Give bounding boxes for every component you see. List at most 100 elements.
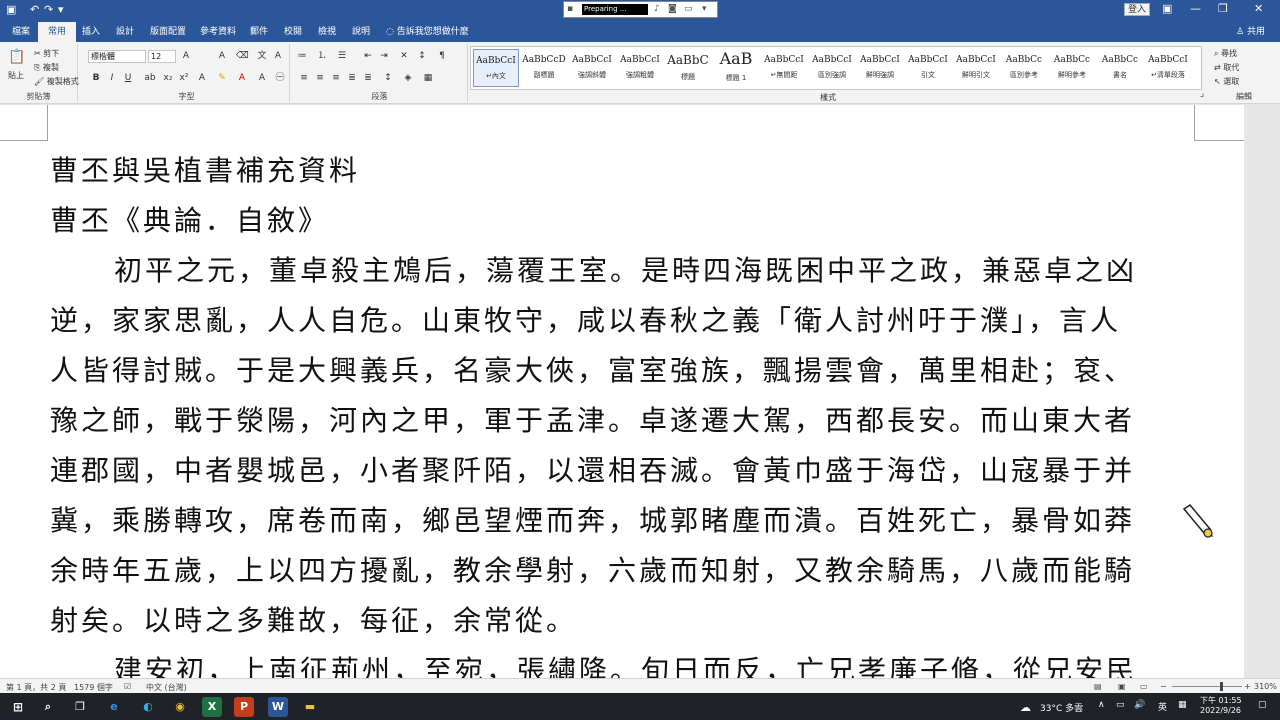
character-border-icon[interactable]: A	[272, 50, 284, 62]
tab-mailings[interactable]: 郵件	[250, 24, 268, 37]
font-color-icon[interactable]: A	[236, 72, 248, 84]
start-icon[interactable]: ⊞	[8, 697, 28, 717]
style-item[interactable]: AaBbCcI 區別強調	[809, 49, 855, 87]
style-item[interactable]: AaBbCcI ↵無間距	[761, 49, 807, 87]
zoom-out-icon[interactable]: −	[1160, 682, 1167, 691]
replace-button[interactable]: ⇄ 取代	[1214, 62, 1239, 73]
select-button[interactable]: ↖ 選取	[1214, 76, 1239, 87]
task-view-icon[interactable]: ❐	[70, 697, 90, 717]
style-item[interactable]: AaBbCc 書名	[1097, 49, 1143, 87]
word-icon[interactable]: W	[268, 697, 288, 717]
text-effects-icon[interactable]: A	[196, 72, 208, 84]
paste-icon[interactable]: 📋	[8, 48, 26, 66]
close-icon[interactable]: ✕	[1254, 2, 1263, 15]
distributed-icon[interactable]: ≣	[362, 72, 374, 84]
language-status[interactable]: 中文 (台灣)	[146, 682, 187, 693]
edge-icon[interactable]: ◐	[138, 697, 158, 717]
format-painter-button[interactable]: 🖌 複製格式	[34, 76, 79, 87]
restore-icon[interactable]: ❐	[1218, 2, 1228, 15]
undo-icon[interactable]: ↶	[30, 3, 39, 16]
keyboard-icon[interactable]: ▦	[1178, 700, 1187, 710]
zoom-slider[interactable]	[1172, 686, 1242, 687]
redo-icon[interactable]: ↷	[44, 3, 53, 16]
tab-layout[interactable]: 版面配置	[150, 24, 186, 37]
character-shading-icon[interactable]: A	[256, 72, 268, 84]
tab-help[interactable]: 說明	[352, 24, 370, 37]
change-case-icon[interactable]: A	[216, 50, 228, 62]
share-button[interactable]: ♙ 共用	[1236, 24, 1265, 37]
zoom-slider-thumb[interactable]	[1220, 682, 1223, 691]
sign-in-button[interactable]: 登入	[1124, 3, 1150, 16]
asian-layout-icon[interactable]: ✕	[398, 50, 410, 62]
zoom-in-icon[interactable]: +	[1244, 682, 1251, 691]
tell-me-search[interactable]: ◌ 告訴我您想做什麼	[386, 24, 469, 37]
superscript-icon[interactable]: x²	[178, 72, 190, 84]
style-item[interactable]: AaBbCcD 副標題	[521, 49, 567, 87]
style-item[interactable]: AaB 標題 1	[713, 49, 759, 87]
tab-insert[interactable]: 插入	[82, 24, 100, 37]
powerpoint-icon[interactable]: P	[234, 697, 254, 717]
style-item[interactable]: AaBbCcI 引文	[905, 49, 951, 87]
decrease-indent-icon[interactable]: ⇤	[362, 50, 374, 62]
borders-icon[interactable]: ▦	[422, 72, 434, 84]
search-icon[interactable]: ⌕	[38, 697, 58, 717]
style-item[interactable]: AaBbCcI ↵清單段落	[1145, 49, 1191, 87]
style-item[interactable]: AaBbCc 區別參考	[1001, 49, 1047, 87]
volume-icon[interactable]: 🔊	[1134, 700, 1145, 710]
vertical-scrollbar[interactable]	[1244, 105, 1280, 678]
phonetic-guide-icon[interactable]: 文	[256, 50, 268, 62]
word-count[interactable]: 1579 個字	[74, 682, 113, 693]
tab-file[interactable]: 檔案	[12, 24, 30, 37]
align-right-icon[interactable]: ≡	[330, 72, 342, 84]
ime-indicator[interactable]: 英	[1158, 700, 1167, 713]
tab-home[interactable]: 常用	[38, 22, 77, 42]
multilevel-list-icon[interactable]: ☰	[336, 50, 348, 62]
grow-font-icon[interactable]: A	[180, 50, 192, 62]
network-icon[interactable]: ▭	[1116, 700, 1125, 710]
align-center-icon[interactable]: ≡	[314, 72, 326, 84]
excel-icon[interactable]: X	[202, 697, 222, 717]
camera-icon[interactable]: ◙	[668, 4, 678, 15]
line-spacing-icon[interactable]: ↕	[382, 72, 394, 84]
tab-view[interactable]: 檢視	[318, 24, 336, 37]
show-marks-icon[interactable]: ¶	[436, 50, 448, 62]
style-item[interactable]: AaBbCc 鮮明參考	[1049, 49, 1095, 87]
customize-quick-access-icon[interactable]: ▾	[58, 3, 64, 16]
font-size-select[interactable]: 12	[148, 50, 176, 63]
file-explorer-icon[interactable]: ▬	[300, 697, 320, 717]
save-icon[interactable]: ▣	[6, 3, 16, 16]
tab-design[interactable]: 設計	[116, 24, 134, 37]
notification-icon[interactable]: ▢	[1258, 700, 1267, 710]
style-item[interactable]: AaBbCcI 強調斜體	[569, 49, 615, 87]
find-button[interactable]: ⌕ 尋找	[1214, 48, 1237, 59]
style-item[interactable]: AaBbC 標題	[665, 49, 711, 87]
clear-formatting-icon[interactable]: ⌫	[236, 50, 249, 62]
copy-button[interactable]: ⎘ 複製	[34, 62, 59, 73]
increase-indent-icon[interactable]: ⇥	[378, 50, 390, 62]
subscript-icon[interactable]: x₂	[162, 72, 174, 84]
proofing-icon[interactable]: ☑	[124, 682, 131, 691]
enclose-characters-icon[interactable]: ㊀	[274, 72, 286, 84]
cut-button[interactable]: ✂ 剪下	[34, 48, 59, 59]
paste-button[interactable]: 貼上	[8, 70, 24, 81]
strikethrough-icon[interactable]: ab	[144, 72, 156, 84]
weather-status[interactable]: 33°C 多雲	[1040, 701, 1083, 714]
style-item[interactable]: AaBbCcI 鮮明強調	[857, 49, 903, 87]
web-layout-icon[interactable]: ▭	[1140, 682, 1148, 691]
numbering-icon[interactable]: ⒈	[316, 50, 328, 62]
microphone-icon[interactable]: ♪	[654, 4, 664, 15]
zoom-level[interactable]: 310%	[1254, 682, 1277, 691]
justify-icon[interactable]: ≣	[346, 72, 358, 84]
print-layout-icon[interactable]: ▣	[1118, 682, 1126, 691]
style-item[interactable]: AaBbCcI 強調粗體	[617, 49, 663, 87]
page-count[interactable]: 第 1 頁，共 2 頁	[6, 682, 66, 693]
clock-time[interactable]: 下午 01:55	[1200, 695, 1242, 706]
italic-icon[interactable]: I	[106, 72, 118, 84]
styles-pane-launcher-icon[interactable]: ⌟	[1196, 88, 1208, 100]
font-name-select[interactable]: 標楷體	[88, 50, 146, 63]
tab-review[interactable]: 校閱	[284, 24, 302, 37]
style-item[interactable]: AaBbCcI 鮮明引文	[953, 49, 999, 87]
underline-icon[interactable]: U	[122, 72, 134, 84]
bullets-icon[interactable]: ≔	[296, 50, 308, 62]
ribbon-display-icon[interactable]: ▣	[1162, 2, 1172, 15]
